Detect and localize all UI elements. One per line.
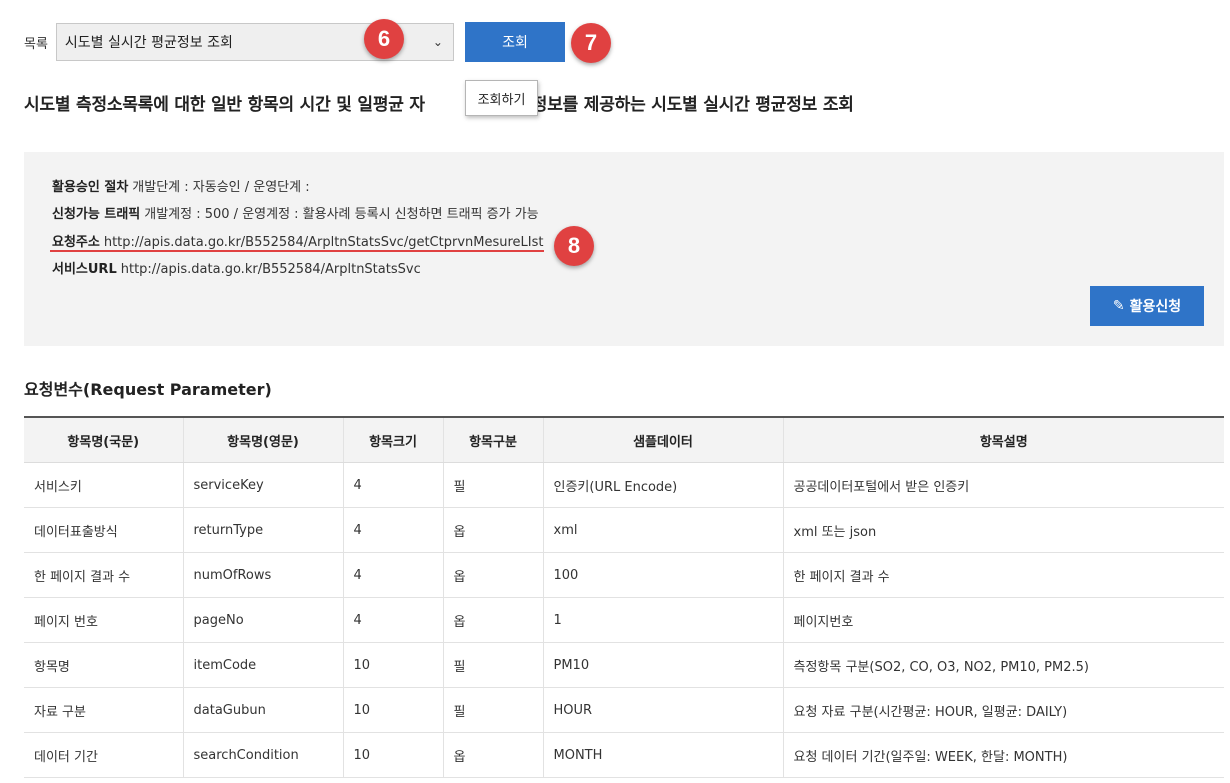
header-size: 항목크기 <box>343 417 444 463</box>
cell-name-en: returnType <box>183 507 344 553</box>
traffic-value: 개발계정 : 500 / 운영계정 : 활용사례 등록시 신청하면 트래픽 증가… <box>144 207 539 222</box>
cell-name-ko: 항목명 <box>24 642 184 688</box>
cell-type: 옵 <box>443 597 544 643</box>
request-url-label: 요청주소 <box>52 235 100 250</box>
cell-name-en: dataGubun <box>183 687 344 733</box>
request-url-value: http://apis.data.go.kr/B552584/ArpltnSta… <box>103 235 544 250</box>
header-sample: 샘플데이터 <box>543 417 784 463</box>
cell-description: 요청 자료 구분(시간평균: HOUR, 일평균: DAILY) <box>783 687 1224 733</box>
step-marker-8: 8 <box>554 226 594 266</box>
header-name-en: 항목명(영문) <box>183 417 344 463</box>
page-title-start: 시도별 측정소목록에 대한 일반 항목의 시간 및 일평균 자 <box>24 95 425 115</box>
cell-name-ko: 데이터표출방식 <box>24 507 184 553</box>
cell-sample: 100 <box>543 552 784 598</box>
list-select-value: 시도별 실시간 평균정보 조회 <box>64 35 233 51</box>
cell-sample: xml <box>543 507 784 553</box>
cell-size: 10 <box>343 732 444 778</box>
table-row: 서비스키 serviceKey 4 필 인증키(URL Encode) 공공데이… <box>24 462 1224 508</box>
cell-size: 4 <box>343 552 444 598</box>
request-parameter-title: 요청변수(Request Parameter) <box>24 380 272 399</box>
cell-name-ko: 페이지 번호 <box>24 597 184 643</box>
cell-sample: 인증키(URL Encode) <box>543 462 784 508</box>
cell-name-en: numOfRows <box>183 552 344 598</box>
table-row: 항목명 itemCode 10 필 PM10 측정항목 구분(SO2, CO, … <box>24 642 1224 688</box>
page-title-end: 평균정보를 제공하는 시도별 실시간 평균정보 조회 <box>500 95 854 115</box>
page-title: 시도별 측정소목록에 대한 일반 항목의 시간 및 일평균 자 평균정보를 제공하… <box>24 90 854 115</box>
cell-type: 필 <box>443 642 544 688</box>
cell-size: 10 <box>343 687 444 733</box>
approval-value: 개발단계 : 자동승인 / 운영단계 : <box>132 180 310 195</box>
cell-type: 필 <box>443 462 544 508</box>
cell-description: 페이지번호 <box>783 597 1224 643</box>
table-row: 데이터 기간 searchCondition 10 옵 MONTH 요청 데이터… <box>24 732 1224 778</box>
cell-size: 4 <box>343 597 444 643</box>
approval-label: 활용승인 절차 <box>52 180 129 195</box>
step-marker-6: 6 <box>364 19 404 59</box>
header-description: 항목설명 <box>783 417 1224 463</box>
apply-button-label: 활용신청 <box>1129 299 1182 315</box>
table-header-row: 항목명(국문) 항목명(영문) 항목크기 항목구분 샘플데이터 항목설명 <box>24 417 1224 463</box>
cell-size: 10 <box>343 642 444 688</box>
cell-description: 공공데이터포털에서 받은 인증키 <box>783 462 1224 508</box>
approval-row: 활용승인 절차 개발단계 : 자동승인 / 운영단계 : <box>52 176 310 195</box>
cell-sample: MONTH <box>543 732 784 778</box>
request-url-highlight <box>50 250 544 252</box>
service-url-value: http://apis.data.go.kr/B552584/ArpltnSta… <box>120 262 421 277</box>
cell-sample: PM10 <box>543 642 784 688</box>
traffic-label: 신청가능 트래픽 <box>52 207 141 222</box>
table-row: 자료 구분 dataGubun 10 필 HOUR 요청 자료 구분(시간평균:… <box>24 687 1224 733</box>
cell-size: 4 <box>343 462 444 508</box>
cell-size: 4 <box>343 507 444 553</box>
cell-name-ko: 데이터 기간 <box>24 732 184 778</box>
query-tooltip: 조회하기 <box>465 80 538 116</box>
query-button[interactable]: 조회 <box>465 22 565 62</box>
cell-type: 필 <box>443 687 544 733</box>
request-url-row: 요청주소 http://apis.data.go.kr/B552584/Arplt… <box>52 231 543 250</box>
cell-name-en: itemCode <box>183 642 344 688</box>
header-name-ko: 항목명(국문) <box>24 417 184 463</box>
cell-type: 옵 <box>443 552 544 598</box>
cell-name-ko: 서비스키 <box>24 462 184 508</box>
table-row: 한 페이지 결과 수 numOfRows 4 옵 100 한 페이지 결과 수 <box>24 552 1224 598</box>
cell-type: 옵 <box>443 507 544 553</box>
cell-description: 요청 데이터 기간(일주일: WEEK, 한달: MONTH) <box>783 732 1224 778</box>
cell-type: 옵 <box>443 732 544 778</box>
list-label: 목록 <box>24 36 48 52</box>
cell-name-en: pageNo <box>183 597 344 643</box>
service-url-label: 서비스URL <box>52 262 117 277</box>
cell-description: 측정항목 구분(SO2, CO, O3, NO2, PM10, PM2.5) <box>783 642 1224 688</box>
cell-name-ko: 한 페이지 결과 수 <box>24 552 184 598</box>
apply-button[interactable]: ✎ 활용신청 <box>1090 286 1204 326</box>
cell-name-en: searchCondition <box>183 732 344 778</box>
cell-name-en: serviceKey <box>183 462 344 508</box>
table-row: 페이지 번호 pageNo 4 옵 1 페이지번호 <box>24 597 1224 643</box>
traffic-row: 신청가능 트래픽 개발계정 : 500 / 운영계정 : 활용사례 등록시 신청하… <box>52 203 539 222</box>
table-row: 데이터표출방식 returnType 4 옵 xml xml 또는 json <box>24 507 1224 553</box>
cell-name-ko: 자료 구분 <box>24 687 184 733</box>
api-info-box: 활용승인 절차 개발단계 : 자동승인 / 운영단계 : 신청가능 트래픽 개발계정… <box>24 152 1224 346</box>
chevron-down-icon: ⌄ <box>432 35 443 49</box>
service-url-row: 서비스URL http://apis.data.go.kr/B552584/Arp… <box>52 258 421 277</box>
pencil-icon: ✎ <box>1112 298 1125 314</box>
cell-description: xml 또는 json <box>783 507 1224 553</box>
cell-sample: 1 <box>543 597 784 643</box>
request-parameter-table: 항목명(국문) 항목명(영문) 항목크기 항목구분 샘플데이터 항목설명 서비스… <box>24 416 1224 778</box>
step-marker-7: 7 <box>571 23 611 63</box>
header-type: 항목구분 <box>443 417 544 463</box>
cell-description: 한 페이지 결과 수 <box>783 552 1224 598</box>
cell-sample: HOUR <box>543 687 784 733</box>
